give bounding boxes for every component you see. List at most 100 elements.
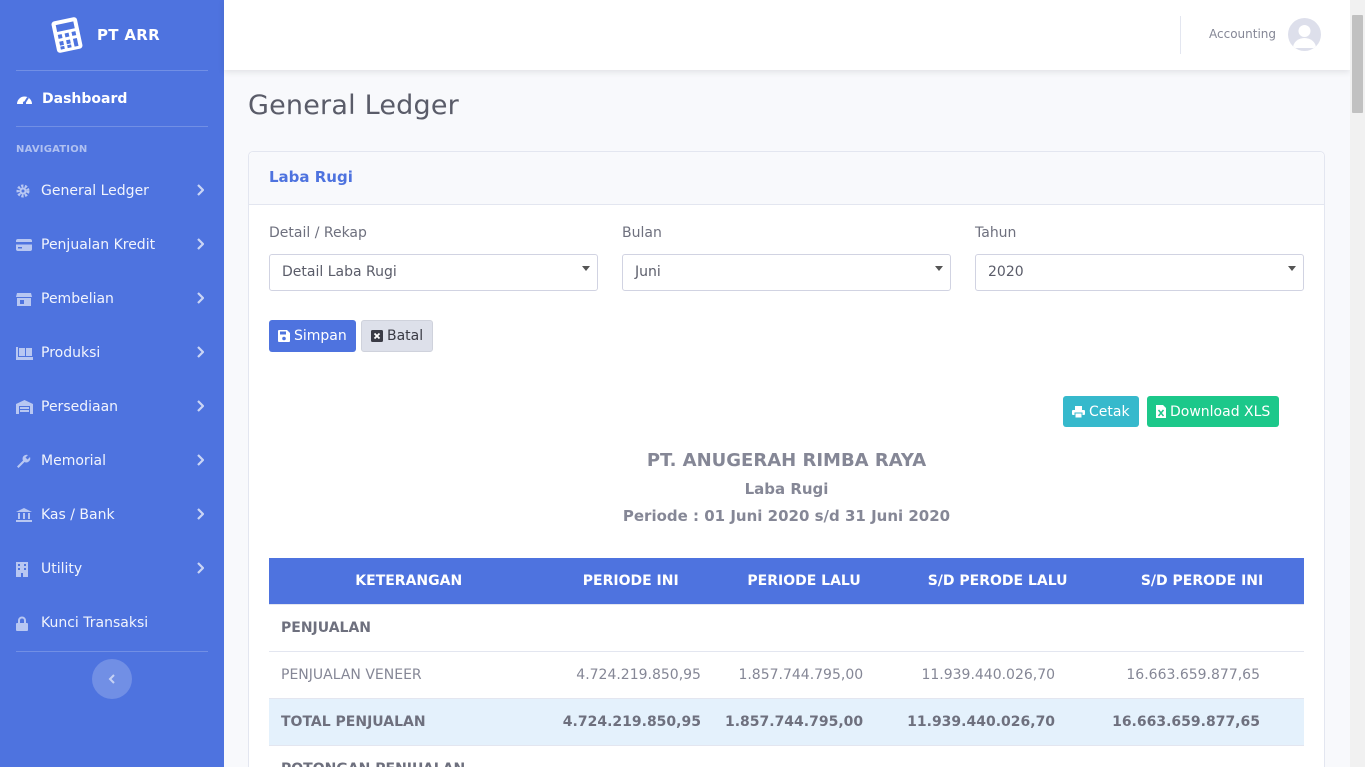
bulan-select[interactable]: Juni [622,254,951,291]
sidebar: PT ARR Dashboard NAVIGATION General Ledg… [0,0,224,767]
store-icon [16,292,33,306]
chevron-right-icon [197,184,204,196]
chevron-right-icon [197,508,204,520]
select-value: Detail Laba Rugi [282,264,397,280]
cancel-button-label: Batal [387,328,424,344]
select-value: 2020 [988,264,1024,280]
bulan-label: Bulan [622,225,662,241]
chevron-right-icon [197,400,204,412]
close-square-icon [371,330,383,342]
sidebar-item-memorial[interactable]: Memorial [0,434,224,488]
caret-down-icon [582,266,590,271]
sidebar-toggle-button[interactable] [92,659,132,699]
table-cell [548,604,713,651]
card-title: Laba Rugi [249,152,1324,205]
sidebar-item-produksi[interactable]: Produksi [0,326,224,380]
topbar-divider [1180,16,1181,54]
chevron-right-icon [197,454,204,466]
report-title: Laba Rugi [744,480,829,498]
column-header: KETERANGAN [355,572,463,589]
sidebar-item-kunci-transaksi[interactable]: Kunci Transaksi [0,596,224,650]
table-header-row: KETERANGAN PERIODE INI PERIODE LALU S/D … [269,558,1304,604]
sidebar-item-general-ledger[interactable]: General Ledger [0,164,224,218]
save-button-label: Simpan [294,328,347,344]
brand[interactable]: PT ARR [0,0,224,70]
print-button-label: Cetak [1089,403,1130,420]
credit-card-icon [16,239,33,251]
detail-rekap-label: Detail / Rekap [269,225,367,241]
sidebar-divider [16,651,208,652]
table-row: PENJUALAN VENEER 4.724.219.850,95 1.857.… [269,651,1304,698]
column-header: PERIODE LALU [747,572,861,589]
caret-down-icon [935,266,943,271]
print-button[interactable]: Cetak [1063,396,1139,427]
tahun-select[interactable]: 2020 [975,254,1304,291]
chevron-left-icon [108,674,115,684]
print-icon [1072,405,1085,418]
file-excel-icon [1156,405,1166,418]
scrollbar-thumb[interactable] [1352,15,1363,113]
table-cell [895,745,1100,767]
page-title: General Ledger [248,90,459,121]
lock-icon [16,616,33,631]
caret-down-icon [1288,266,1296,271]
pallet-icon [16,346,33,360]
table-row: TOTAL PENJUALAN 4.724.219.850,95 1.857.7… [269,698,1304,745]
table-cell: 4.724.219.850,95 [576,666,701,683]
avatar[interactable] [1288,18,1321,51]
tachometer-icon [17,96,32,105]
sidebar-item-label: Memorial [41,453,107,469]
topbar: Accounting [224,0,1350,70]
chevron-right-icon [197,346,204,358]
table-row: POTONGAN PENJUALAN [269,745,1304,767]
table-cell: 16.663.659.877,65 [1126,666,1260,683]
sidebar-item-kas-bank[interactable]: Kas / Bank [0,488,224,542]
sidebar-item-label: Penjualan Kredit [41,237,156,253]
cog-icon [16,184,33,198]
table-cell: 4.724.219.850,95 [562,713,701,730]
download-xls-label: Download XLS [1170,403,1271,420]
sidebar-item-label: Dashboard [42,90,128,107]
table-cell [1100,745,1304,767]
sidebar-item-utility[interactable]: Utility [0,542,224,596]
bank-icon [16,508,33,522]
sidebar-heading: NAVIGATION [16,144,88,155]
sidebar-item-label: Pembelian [41,291,114,307]
column-header: S/D PERODE INI [1140,572,1264,589]
building-icon [16,561,33,577]
sidebar-item-pembelian[interactable]: Pembelian [0,272,224,326]
table-cell: 11.939.440.026,70 [907,713,1056,730]
sidebar-item-label: Persediaan [41,399,119,415]
table-cell [713,745,895,767]
chevron-right-icon [197,292,204,304]
sidebar-item-penjualan-kredit[interactable]: Penjualan Kredit [0,218,224,272]
chevron-right-icon [197,562,204,574]
user-name[interactable]: Accounting [1209,27,1276,41]
sidebar-item-label: Kunci Transaksi [41,615,149,631]
page-scrollbar[interactable] [1350,0,1365,767]
report-period: Periode : 01 Juni 2020 s/d 31 Juni 2020 [622,507,951,525]
laba-rugi-table: KETERANGAN PERIODE INI PERIODE LALU S/D … [269,558,1304,767]
warehouse-icon [16,400,33,414]
save-button[interactable]: Simpan [269,320,356,352]
table-cell: 1.857.744.795,00 [724,713,864,730]
calculator-icon [51,17,83,53]
cancel-button[interactable]: Batal [361,320,434,352]
sidebar-item-label: Produksi [41,345,101,361]
chevron-right-icon [197,238,204,250]
table-cell: PENJUALAN VENEER [281,666,422,683]
brand-name: PT ARR [97,26,160,44]
download-xls-button[interactable]: Download XLS [1147,396,1280,427]
table-cell [895,604,1100,651]
table-cell [1100,604,1304,651]
sidebar-item-label: General Ledger [41,183,149,199]
sidebar-item-persediaan[interactable]: Persediaan [0,380,224,434]
report-company: PT. ANUGERAH RIMBA RAYA [646,450,927,471]
table-cell: PENJUALAN [281,619,371,636]
sidebar-item-dashboard[interactable]: Dashboard [0,71,224,126]
detail-rekap-select[interactable]: Detail Laba Rugi [269,254,598,291]
save-icon [278,330,290,342]
sidebar-item-label: Kas / Bank [41,507,115,523]
tahun-label: Tahun [975,225,1017,241]
select-value: Juni [635,264,661,280]
